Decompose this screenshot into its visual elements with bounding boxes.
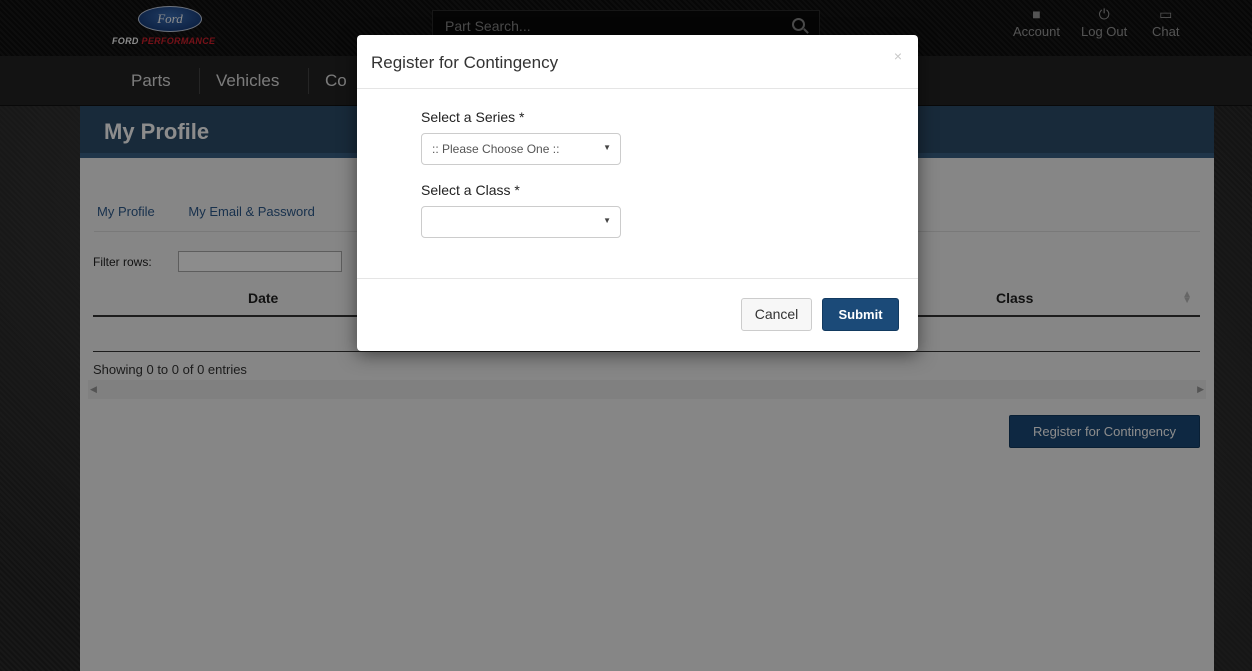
series-label: Select a Series *: [421, 109, 525, 125]
class-label: Select a Class *: [421, 182, 520, 198]
register-contingency-modal: Register for Contingency × Select a Seri…: [357, 35, 918, 351]
close-icon[interactable]: ×: [894, 48, 902, 64]
modal-footer-divider: [357, 278, 918, 279]
modal-title: Register for Contingency: [371, 53, 559, 72]
class-select[interactable]: ▼: [421, 206, 621, 238]
series-select-value: :: Please Choose One ::: [432, 142, 560, 156]
chevron-down-icon: ▼: [603, 143, 611, 152]
submit-button[interactable]: Submit: [822, 298, 899, 331]
cancel-button[interactable]: Cancel: [741, 298, 812, 331]
series-select[interactable]: :: Please Choose One :: ▼: [421, 133, 621, 165]
modal-header-divider: [357, 88, 918, 89]
chevron-down-icon: ▼: [603, 216, 611, 225]
